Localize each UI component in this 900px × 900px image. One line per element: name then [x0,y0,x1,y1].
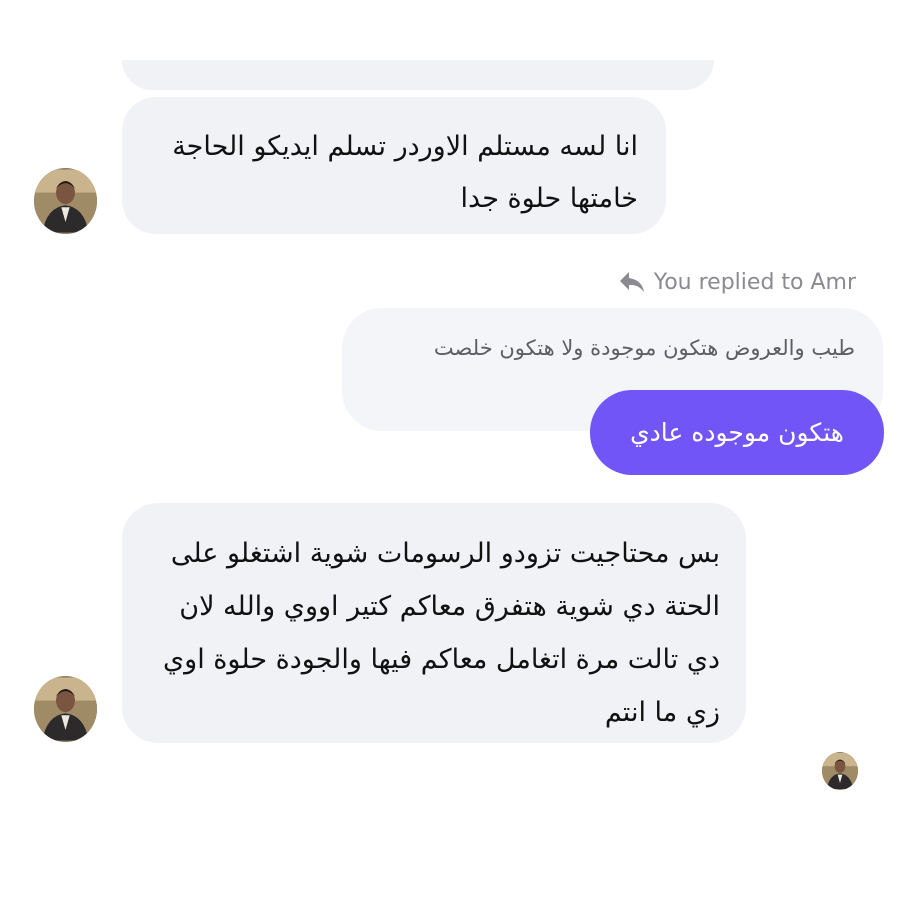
avatar-photo-icon [34,677,97,741]
contact-avatar[interactable] [34,676,97,742]
outgoing-message[interactable]: هتكون موجوده عادي [590,390,884,475]
reply-indicator-text: You replied to Amr [653,269,856,295]
incoming-message[interactable]: انا لسه مستلم الاوردر تسلم ايديكو الحاجة… [122,97,666,234]
read-receipt-avatar [822,752,858,790]
reply-indicator: You replied to Amr [618,265,856,299]
chat-thread: انا لسه مستلم الاوردر تسلم ايديكو الحاجة… [0,0,900,900]
contact-avatar[interactable] [34,168,97,234]
message-text: بس محتاجيت تزودو الرسومات شوية اشتغلو عل… [163,538,720,728]
avatar-photo-icon [34,169,97,233]
previous-message-bubble-edge[interactable] [122,60,714,90]
message-text: هتكون موجوده عادي [630,418,844,447]
reply-arrow-icon [619,272,644,292]
message-text: انا لسه مستلم الاوردر تسلم ايديكو الحاجة… [172,131,638,214]
incoming-message[interactable]: بس محتاجيت تزودو الرسومات شوية اشتغلو عل… [122,503,746,743]
quoted-message-text: طيب والعروض هتكون موجودة ولا هتكون خلصت [433,336,855,360]
avatar-photo-icon [822,753,858,789]
